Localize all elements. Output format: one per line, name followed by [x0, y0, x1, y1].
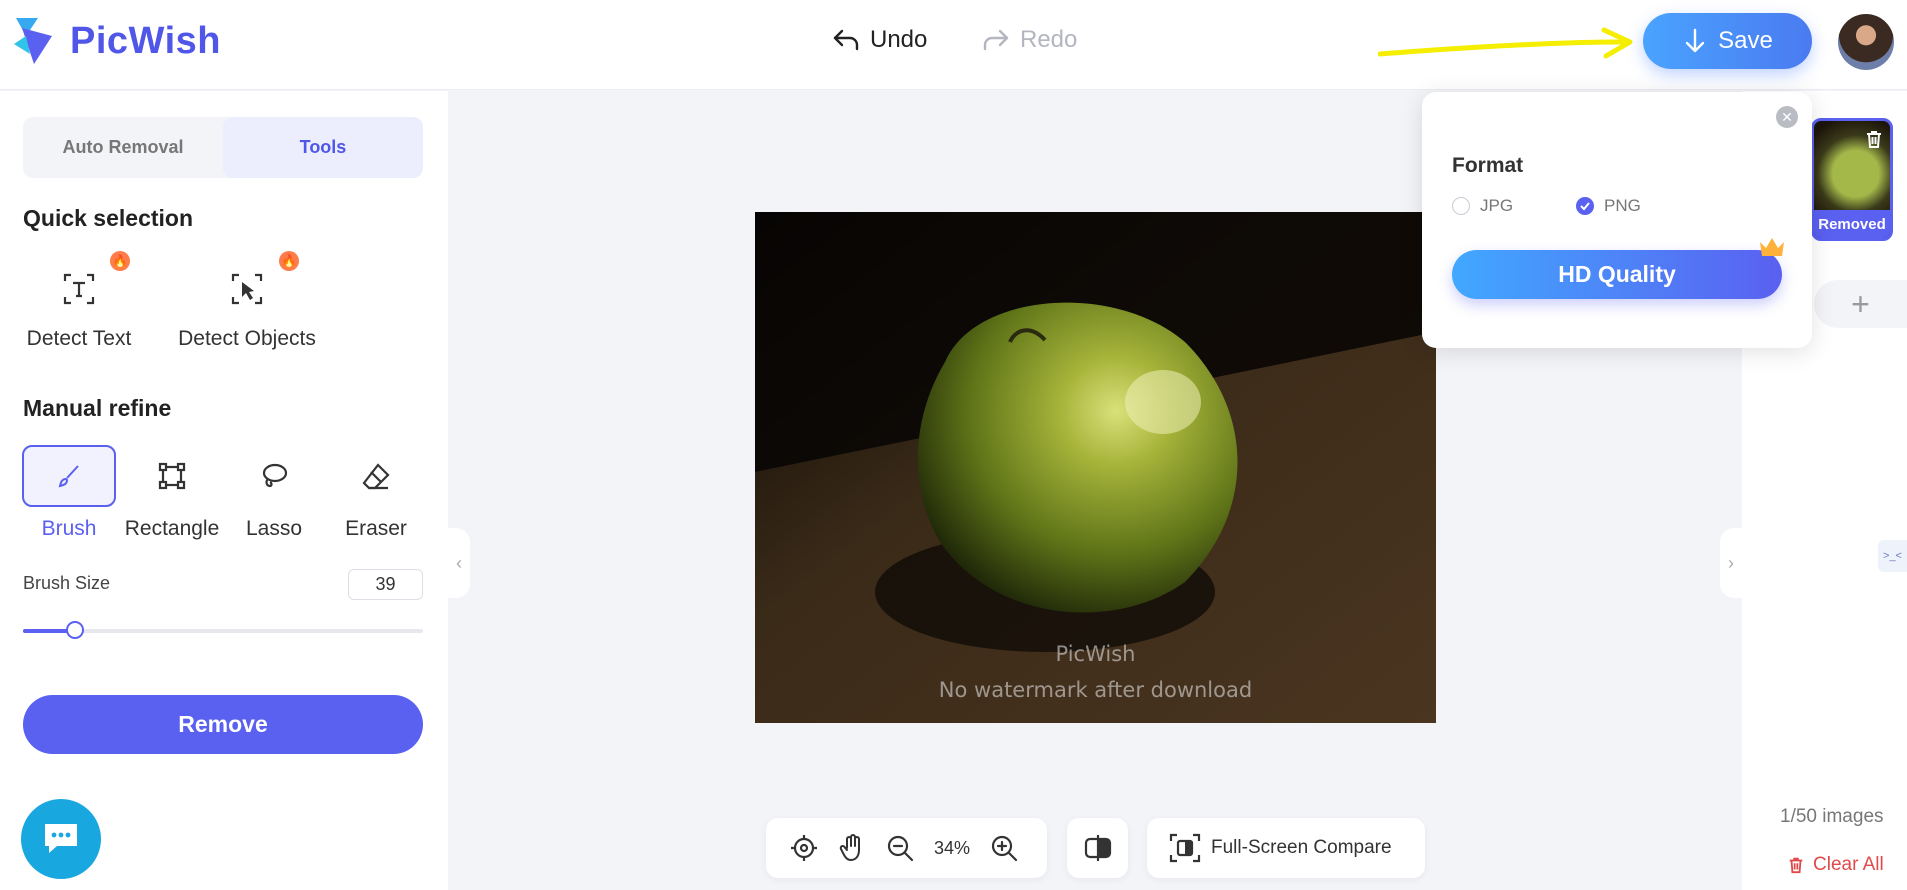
detect-text-icon	[63, 273, 95, 305]
undo-icon	[833, 29, 859, 51]
chat-support-button[interactable]	[21, 799, 101, 879]
picwish-logo-icon	[14, 18, 52, 64]
chevron-left-icon: ‹	[456, 552, 462, 573]
chat-icon	[45, 824, 77, 853]
watermark-brand: PicWish	[1055, 642, 1136, 666]
rectangle-tool[interactable]: Rectangle	[124, 445, 220, 541]
plus-icon: +	[1851, 285, 1870, 322]
pan-button[interactable]	[828, 824, 876, 872]
zoom-level: 34%	[933, 837, 971, 858]
quick-selection-title: Quick selection	[23, 205, 194, 231]
close-icon: ✕	[1781, 108, 1793, 125]
brush-label: Brush	[41, 517, 97, 540]
removed-badge: Removed	[1814, 210, 1890, 238]
fullscreen-compare-icon	[1169, 833, 1201, 863]
save-label: Save	[1718, 27, 1773, 54]
image-count: 1/50 images	[1780, 806, 1884, 827]
eraser-icon	[362, 463, 390, 490]
format-title: Format	[1452, 154, 1524, 177]
add-image-button[interactable]: +	[1814, 280, 1907, 328]
hot-badge-icon: 🔥	[279, 251, 299, 271]
detect-objects-tool[interactable]: Detect Objects	[174, 265, 320, 351]
hd-quality-button[interactable]: HD Quality	[1452, 250, 1782, 299]
edit-canvas-image[interactable]: PicWish No watermark after download	[755, 212, 1436, 723]
trash-icon[interactable]	[1864, 129, 1884, 149]
fullscreen-compare-label: Full-Screen Compare	[1211, 837, 1392, 858]
compare-toggle-button[interactable]	[1067, 818, 1128, 878]
detect-text-label: Detect Text	[26, 327, 132, 350]
tab-tools[interactable]: Tools	[223, 117, 423, 178]
trash-icon	[1789, 857, 1803, 874]
top-bar: PicWish Undo Redo Save	[0, 0, 1907, 90]
tools-panel: Auto Removal Tools Quick selection Detec…	[0, 91, 448, 890]
watermark-note: No watermark after download	[938, 678, 1253, 702]
app-name: PicWish	[70, 19, 221, 62]
app-logo[interactable]: PicWish	[12, 14, 221, 68]
radio-unchecked-icon	[1452, 197, 1470, 215]
hand-icon	[839, 834, 860, 862]
eraser-tool[interactable]: Eraser	[328, 445, 424, 541]
jpg-label: JPG	[1480, 196, 1514, 215]
clear-all-label: Clear All	[1813, 854, 1884, 875]
lasso-label: Lasso	[245, 517, 303, 540]
lasso-icon	[262, 463, 288, 488]
redo-button[interactable]: Redo	[980, 24, 1077, 56]
undo-label: Undo	[870, 26, 928, 53]
remove-button[interactable]: Remove	[23, 695, 423, 754]
redo-icon	[983, 29, 1009, 51]
format-option-png[interactable]: PNG	[1576, 196, 1641, 216]
save-button[interactable]: Save	[1643, 13, 1812, 69]
annotation-arrow	[1378, 27, 1633, 59]
undo-button[interactable]: Undo	[830, 24, 927, 56]
manual-refine-title: Manual refine	[23, 395, 172, 421]
zoom-in-icon	[991, 835, 1018, 862]
crosshair-icon	[791, 835, 817, 861]
recenter-button[interactable]	[780, 824, 828, 872]
detect-text-tool[interactable]: Detect Text	[23, 265, 135, 351]
brush-size-slider[interactable]	[23, 621, 423, 639]
detect-objects-label: Detect Objects	[178, 327, 316, 350]
close-popup-button[interactable]: ✕	[1776, 106, 1798, 128]
detect-objects-icon	[231, 273, 263, 305]
collapse-left-panel-button[interactable]: ‹	[448, 528, 470, 598]
save-format-popup: ✕ Format JPG PNG HD Quality	[1422, 92, 1812, 348]
redo-label: Redo	[1020, 26, 1078, 53]
png-label: PNG	[1604, 196, 1641, 215]
zoom-in-button[interactable]	[980, 824, 1028, 872]
tab-auto-removal[interactable]: Auto Removal	[23, 117, 223, 178]
brush-tool[interactable]: Brush	[21, 445, 117, 541]
slider-handle[interactable]	[66, 621, 84, 639]
chevron-right-icon: ›	[1728, 552, 1734, 573]
fullscreen-compare-button[interactable]: Full-Screen Compare	[1147, 818, 1425, 878]
clear-all-button[interactable]: Clear All	[1787, 854, 1884, 876]
eraser-label: Eraser	[345, 517, 407, 540]
format-option-jpg[interactable]: JPG	[1452, 196, 1513, 216]
side-widget-icon[interactable]: >_<	[1878, 540, 1907, 572]
collapse-right-panel-button[interactable]: ›	[1720, 528, 1742, 598]
radio-checked-icon	[1576, 197, 1594, 215]
lasso-tool[interactable]: Lasso	[226, 445, 322, 541]
brush-size-input[interactable]: 39	[348, 569, 423, 600]
rectangle-label: Rectangle	[124, 517, 220, 540]
zoom-out-icon	[887, 835, 914, 862]
brush-size-label: Brush Size	[23, 573, 111, 593]
download-icon	[1685, 28, 1705, 53]
brush-icon	[58, 465, 79, 488]
user-avatar[interactable]	[1838, 14, 1894, 70]
rectangle-icon	[158, 462, 186, 490]
image-thumbnail[interactable]: Removed	[1811, 118, 1893, 241]
crown-icon	[1760, 238, 1784, 256]
mode-tabs: Auto Removal Tools	[23, 117, 423, 178]
compare-icon	[1084, 835, 1111, 861]
hot-badge-icon: 🔥	[110, 251, 130, 271]
zoom-out-button[interactable]	[876, 824, 924, 872]
zoom-toolbar: 34%	[766, 818, 1047, 878]
